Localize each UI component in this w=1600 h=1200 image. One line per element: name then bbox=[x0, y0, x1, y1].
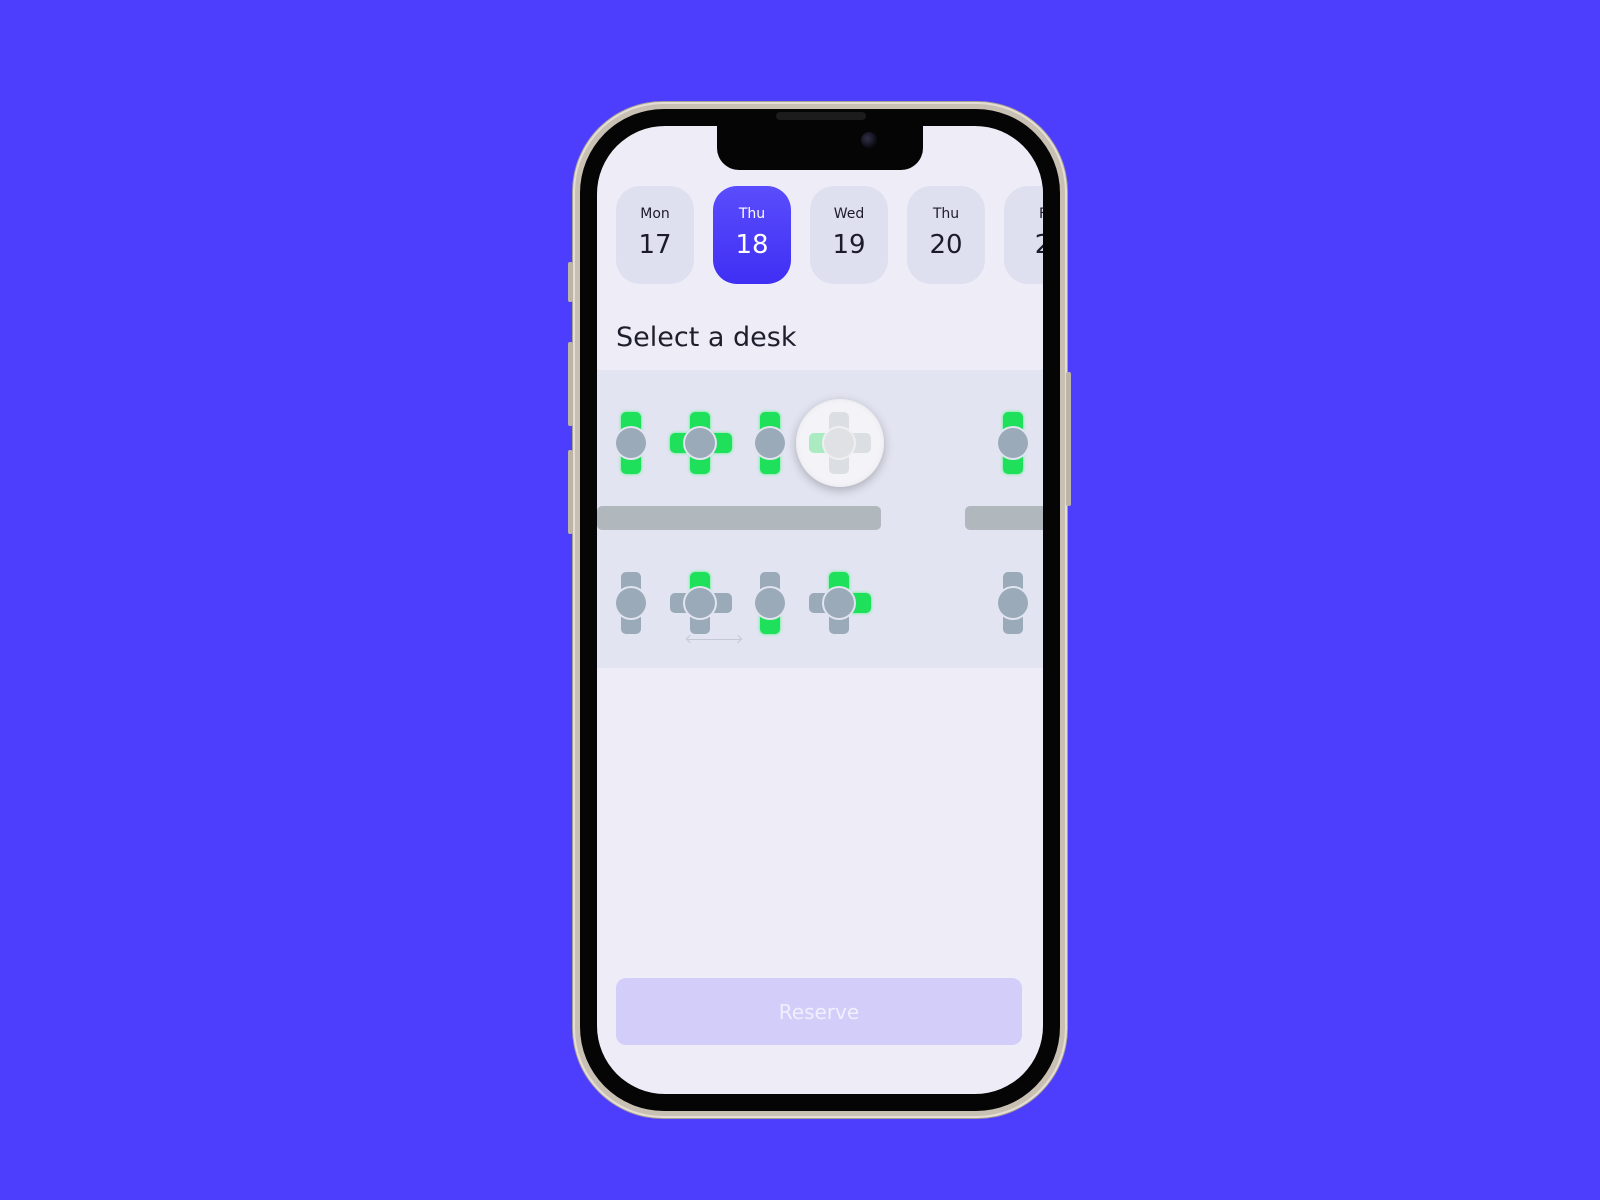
date-weekday: F bbox=[1039, 206, 1043, 222]
touch-magnifier[interactable] bbox=[796, 399, 884, 487]
date-weekday: Thu bbox=[738, 206, 766, 222]
date-weekday: Thu bbox=[932, 206, 960, 222]
date-chip[interactable]: Thu 20 bbox=[907, 186, 985, 284]
phone-volume-down bbox=[568, 450, 573, 534]
date-chip[interactable]: Thu 18 bbox=[713, 186, 791, 284]
app-screen: Mon 17 Thu 18 Wed 19 Thu 20 F 2 Select a… bbox=[597, 126, 1043, 1094]
page-title: Select a desk bbox=[616, 322, 797, 353]
desk-table bbox=[755, 428, 785, 458]
phone-power-button bbox=[1066, 372, 1071, 506]
date-day: 20 bbox=[929, 230, 963, 260]
desk-table bbox=[824, 428, 854, 458]
desk-cluster-4[interactable] bbox=[666, 408, 736, 478]
desk-cluster-2[interactable] bbox=[597, 568, 667, 638]
desk-cluster-4[interactable] bbox=[666, 568, 736, 638]
phone-speaker bbox=[776, 112, 866, 120]
partition-wall bbox=[965, 506, 1043, 530]
partition-wall bbox=[597, 506, 881, 530]
desk-table bbox=[685, 588, 715, 618]
desk-cluster-4[interactable] bbox=[805, 408, 875, 478]
date-picker[interactable]: Mon 17 Thu 18 Wed 19 Thu 20 F 2 bbox=[616, 186, 1043, 284]
desk-cluster-2[interactable] bbox=[979, 408, 1043, 478]
desk-cluster-2[interactable] bbox=[736, 568, 806, 638]
horizontal-scroll-indicator-icon bbox=[687, 639, 741, 640]
date-day: 17 bbox=[638, 230, 672, 260]
reserve-button[interactable]: Reserve bbox=[616, 978, 1022, 1045]
phone-notch bbox=[717, 126, 923, 170]
desk-table bbox=[685, 428, 715, 458]
desk-table bbox=[998, 428, 1028, 458]
desk-table bbox=[824, 588, 854, 618]
date-chip[interactable]: Wed 19 bbox=[810, 186, 888, 284]
date-weekday: Wed bbox=[833, 206, 865, 222]
date-day: 2 bbox=[1034, 230, 1043, 260]
desk-table bbox=[998, 588, 1028, 618]
desk-table bbox=[616, 428, 646, 458]
date-chip[interactable]: Mon 17 bbox=[616, 186, 694, 284]
floor-plan[interactable] bbox=[597, 370, 1043, 668]
camera-icon bbox=[861, 132, 877, 148]
phone-volume-up bbox=[568, 342, 573, 426]
phone-silent-switch bbox=[568, 262, 573, 302]
desk-cluster-4[interactable] bbox=[805, 568, 875, 638]
date-day: 18 bbox=[735, 230, 769, 260]
date-day: 19 bbox=[832, 230, 866, 260]
desk-cluster-2[interactable] bbox=[979, 568, 1043, 638]
desk-cluster-2[interactable] bbox=[597, 408, 667, 478]
date-weekday: Mon bbox=[640, 206, 670, 222]
desk-table bbox=[755, 588, 785, 618]
desk-table bbox=[616, 588, 646, 618]
date-chip[interactable]: F 2 bbox=[1004, 186, 1043, 284]
